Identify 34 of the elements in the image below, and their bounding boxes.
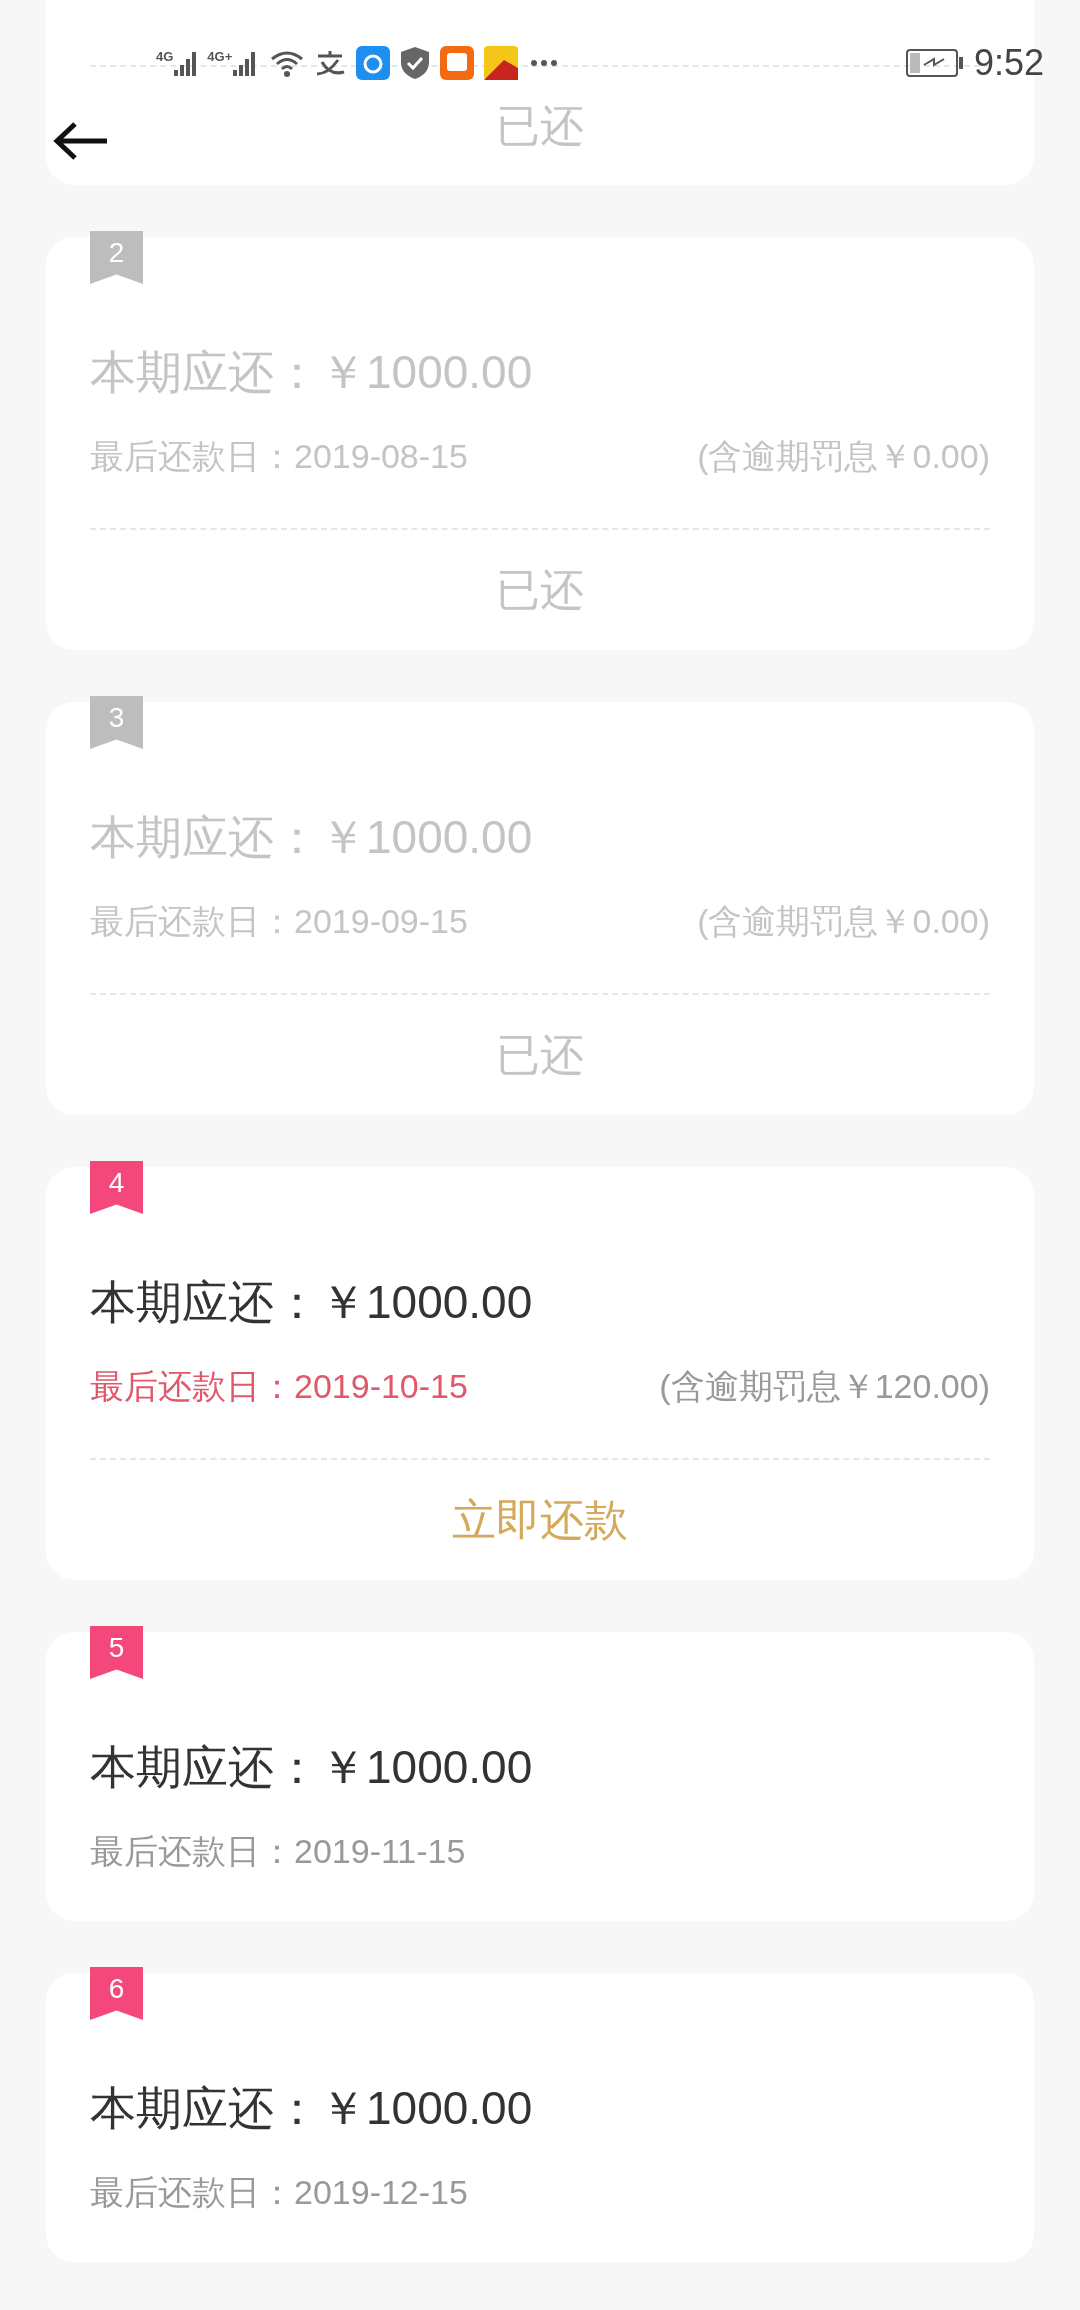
installment-number-badge: 4 [90,1161,143,1214]
pay-now-button[interactable]: 立即还款 [452,1490,628,1550]
paid-status: 已还 [496,1029,584,1081]
due-date: 最后还款日：2019-11-15 [90,1830,466,1872]
network-type: 4G [156,50,174,64]
wifi-icon [270,49,305,77]
amount-due: 本期应还：￥1000.00 [90,344,533,400]
due-date: 最后还款日：2019-08-15 [90,435,468,477]
installment-number-badge: 6 [90,1967,143,2020]
amount-due: 本期应还：￥1000.00 [90,809,533,865]
installment-number-badge: 5 [90,1626,143,1679]
network-type: 4G+ [207,50,233,64]
paid-status: 已还 [496,100,584,152]
shield-icon [400,46,431,80]
penalty-note: (含逾期罚息￥120.00) [659,1365,990,1407]
installment-number-badge: 3 [90,696,143,749]
penalty-note: (含逾期罚息￥0.00) [697,435,990,477]
clock-time: 9:52 [973,41,1044,85]
amount-due: 本期应还：￥1000.00 [90,1739,533,1795]
amount-due: 本期应还：￥1000.00 [90,2080,533,2136]
installment-number-badge: 2 [90,231,143,284]
back-arrow-icon [53,121,109,161]
paid-status: 已还 [496,564,584,616]
battery-icon [905,49,964,77]
app-icon [314,48,347,78]
due-date: 最后还款日：2019-12-15 [90,2171,468,2213]
app-icon [484,46,519,80]
more-icon [530,59,559,67]
app-icon [356,46,391,80]
due-date: 最后还款日：2019-09-15 [90,900,468,942]
penalty-note: (含逾期罚息￥0.00) [697,900,990,942]
amount-due: 本期应还：￥1000.00 [90,1274,533,1330]
app-icon [440,46,475,80]
due-date: 最后还款日：2019-10-15 [90,1365,468,1407]
